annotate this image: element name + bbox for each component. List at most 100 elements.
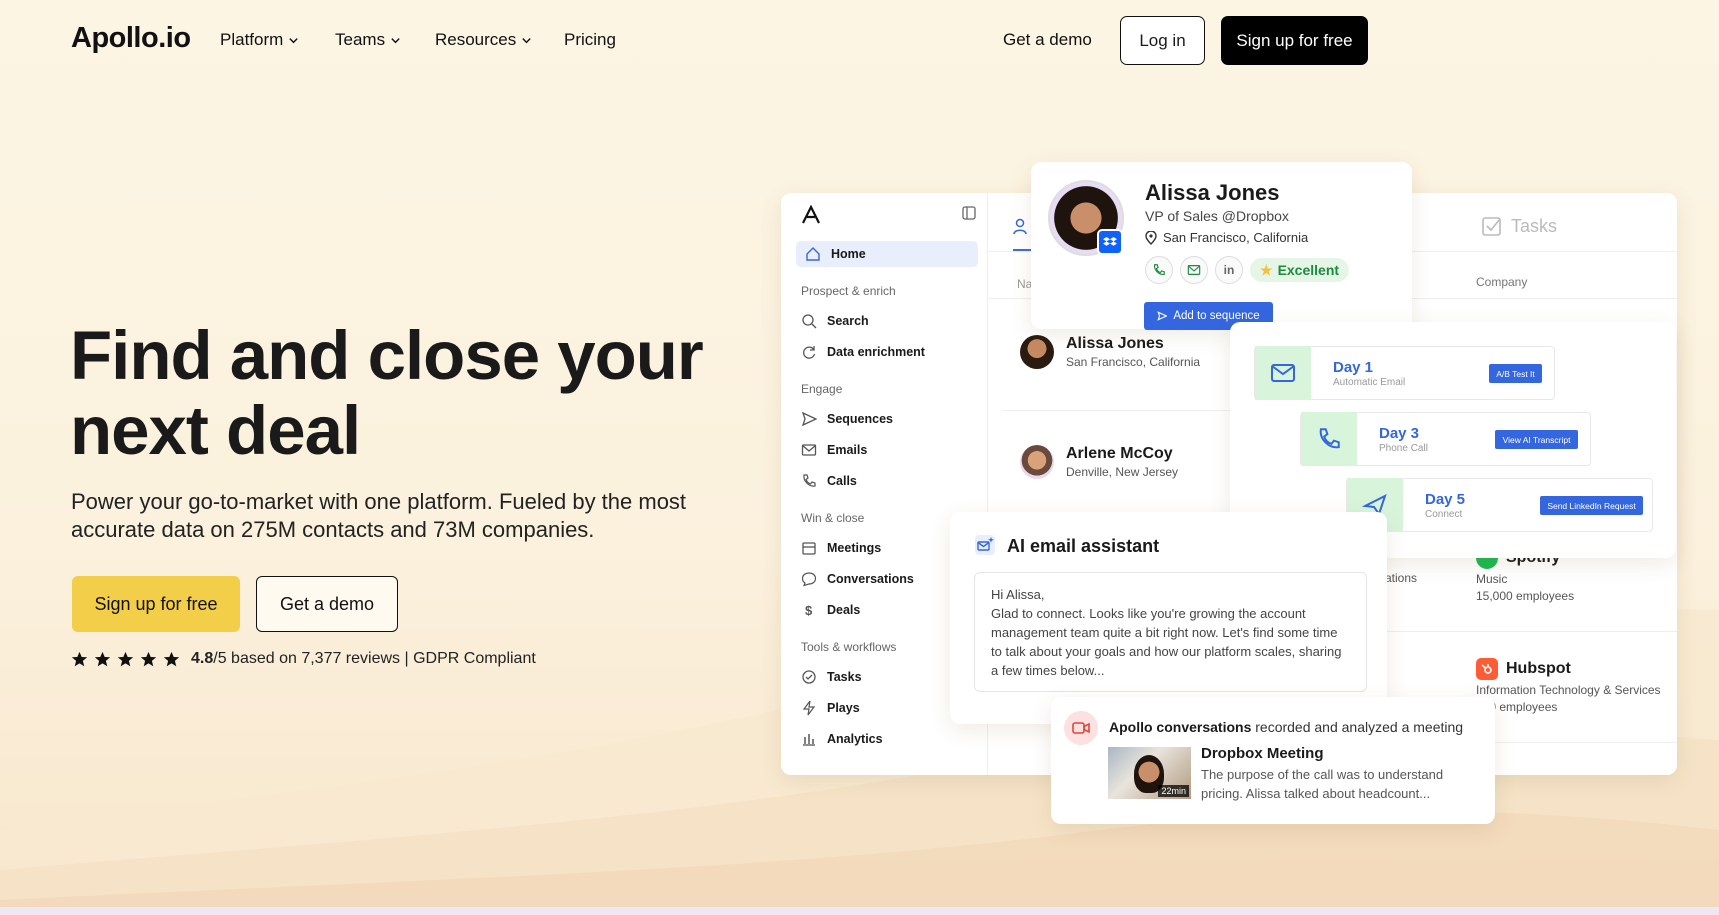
send-linkedin-request-button[interactable]: Send LinkedIn Request — [1540, 496, 1643, 515]
conversation-action: recorded and analyzed a meeting — [1251, 719, 1464, 735]
sidebar-item-deals[interactable]: $ Deals — [801, 602, 860, 618]
sidebar-item-label: Deals — [827, 603, 861, 617]
column-header-company: Company — [1476, 275, 1528, 289]
step-title: Day 3 — [1379, 424, 1420, 442]
profile-name: Alissa Jones — [1145, 180, 1280, 205]
meeting-duration: 22min — [1158, 785, 1189, 797]
sequence-step-day5[interactable]: Day 5 Connect Send LinkedIn Request — [1346, 478, 1653, 532]
company-entry-hubspot[interactable]: Hubspot Information Technology & Service… — [1476, 658, 1661, 714]
profile-title: VP of Sales @Dropbox — [1145, 208, 1289, 224]
sidebar-item-analytics[interactable]: Analytics — [801, 731, 883, 747]
sidebar-item-tasks[interactable]: Tasks — [801, 669, 862, 685]
call-button[interactable] — [1145, 256, 1173, 284]
rating-value: 4.8 — [191, 650, 214, 667]
hubspot-logo-icon — [1476, 658, 1498, 680]
nav-pricing[interactable]: Pricing — [564, 30, 616, 50]
sidebar-item-label: Tasks — [827, 670, 862, 684]
sidebar-item-meetings[interactable]: Meetings — [801, 540, 881, 556]
contact-name: Arlene McCoy — [1066, 445, 1173, 462]
nav-resources[interactable]: Resources — [435, 30, 532, 50]
star-icon — [140, 651, 157, 666]
collapse-sidebar-icon[interactable] — [962, 206, 976, 220]
profile-location-text: San Francisco, California — [1163, 230, 1309, 245]
divider — [1003, 410, 1233, 411]
contact-name: Alissa Jones — [1066, 335, 1164, 352]
mail-icon — [1255, 346, 1311, 400]
rating-stars — [71, 651, 180, 668]
calendar-icon — [802, 542, 816, 555]
sidebar-item-label: Emails — [827, 443, 868, 457]
send-icon — [1157, 311, 1168, 321]
sidebar-item-label: Search — [827, 314, 869, 328]
sidebar-item-label: Analytics — [827, 732, 883, 746]
nav-platform[interactable]: Platform — [220, 30, 299, 50]
nav-platform-label: Platform — [220, 30, 284, 49]
view-ai-transcript-button[interactable]: View AI Transcript — [1495, 430, 1578, 449]
dollar-icon: $ — [805, 603, 813, 618]
tab-tasks[interactable]: Tasks — [1481, 215, 1557, 237]
email-button[interactable] — [1180, 256, 1208, 284]
sidebar-item-data-enrichment[interactable]: Data enrichment — [801, 344, 925, 360]
meeting-thumbnail[interactable]: 22min — [1108, 747, 1191, 799]
signup-button-hero[interactable]: Sign up for free — [72, 576, 240, 632]
contact-row[interactable]: Arlene McCoy Denville, New Jersey — [1020, 445, 1178, 479]
sidebar-home-label: Home — [831, 247, 866, 261]
sidebar-item-home[interactable]: Home — [796, 241, 978, 267]
chevron-down-icon — [522, 37, 531, 43]
mail-icon — [801, 444, 817, 456]
company-industry: Music — [1476, 572, 1508, 586]
checkbox-icon — [1482, 217, 1501, 236]
profile-actions: in ★ Excellent — [1145, 256, 1350, 284]
star-icon — [71, 651, 88, 666]
apollo-logo[interactable]: Apollo.io — [71, 22, 191, 55]
get-demo-button-hero[interactable]: Get a demo — [256, 576, 398, 632]
meeting-summary: The purpose of the call was to understan… — [1201, 767, 1444, 801]
add-to-sequence-label: Add to sequence — [1173, 310, 1260, 322]
sidebar-item-emails[interactable]: Emails — [801, 442, 867, 458]
ai-email-draft[interactable]: Hi Alissa, Glad to connect. Looks like y… — [974, 572, 1367, 692]
login-button[interactable]: Log in — [1120, 16, 1205, 65]
company-industry: Information Technology & Services — [1476, 683, 1661, 697]
get-demo-link[interactable]: Get a demo — [1003, 30, 1092, 50]
sidebar-item-calls[interactable]: Calls — [801, 473, 857, 489]
star-icon: ★ — [1260, 261, 1273, 278]
chevron-down-icon — [391, 37, 400, 43]
ai-email-title: AI email assistant — [1007, 536, 1160, 556]
logo-text: Apollo.io — [71, 22, 191, 54]
sequence-step-day3[interactable]: Day 3 Phone Call View AI Transcript — [1300, 412, 1591, 466]
star-icon — [94, 651, 111, 666]
sidebar-item-search[interactable]: Search — [801, 313, 869, 329]
people-tab-icon[interactable] — [1013, 217, 1031, 235]
ab-test-button[interactable]: A/B Test It — [1489, 364, 1542, 383]
avatar — [1020, 335, 1054, 369]
contact-row[interactable]: Alissa Jones San Francisco, California — [1020, 335, 1200, 369]
page: Apollo.io Platform Teams Resources Prici… — [0, 0, 1719, 915]
hero-subtitle: Power your go-to-market with one platfor… — [71, 489, 687, 542]
star-icon — [117, 651, 134, 666]
profile-location: San Francisco, California — [1145, 230, 1308, 245]
sequence-step-day1[interactable]: Day 1 Automatic Email A/B Test It — [1254, 346, 1555, 400]
signup-button-top[interactable]: Sign up for free — [1221, 16, 1368, 65]
sidebar-item-label: Sequences — [827, 412, 894, 426]
sidebar-item-plays[interactable]: Plays — [801, 700, 860, 716]
chevron-down-icon — [289, 37, 298, 43]
sidebar-section-prospect: Prospect & enrich — [801, 284, 896, 298]
location-pin-icon — [1145, 230, 1157, 245]
top-nav: Apollo.io Platform Teams Resources Prici… — [0, 0, 1719, 82]
conversation-card: Apollo conversations recorded and analyz… — [1051, 697, 1495, 824]
sidebar-item-sequences[interactable]: Sequences — [801, 411, 893, 427]
sidebar-section-win: Win & close — [801, 511, 865, 525]
phone-icon — [803, 474, 816, 487]
nav-pricing-label: Pricing — [564, 30, 616, 49]
hero-title-line2: next deal — [70, 392, 361, 469]
chat-bubble-icon — [801, 572, 817, 587]
linkedin-button[interactable]: in — [1215, 256, 1243, 284]
nav-teams[interactable]: Teams — [335, 30, 401, 50]
contact-location: San Francisco, California — [1066, 355, 1201, 369]
company-industry-partial: ations — [1385, 571, 1418, 585]
sidebar-item-conversations[interactable]: Conversations — [801, 571, 914, 587]
ai-mail-icon — [975, 535, 995, 555]
conversation-header: Apollo conversations recorded and analyz… — [1109, 719, 1463, 735]
tab-tasks-label: Tasks — [1511, 215, 1558, 236]
rating: 4.8 /5 based on 7,377 reviews | GDPR Com… — [71, 650, 536, 668]
